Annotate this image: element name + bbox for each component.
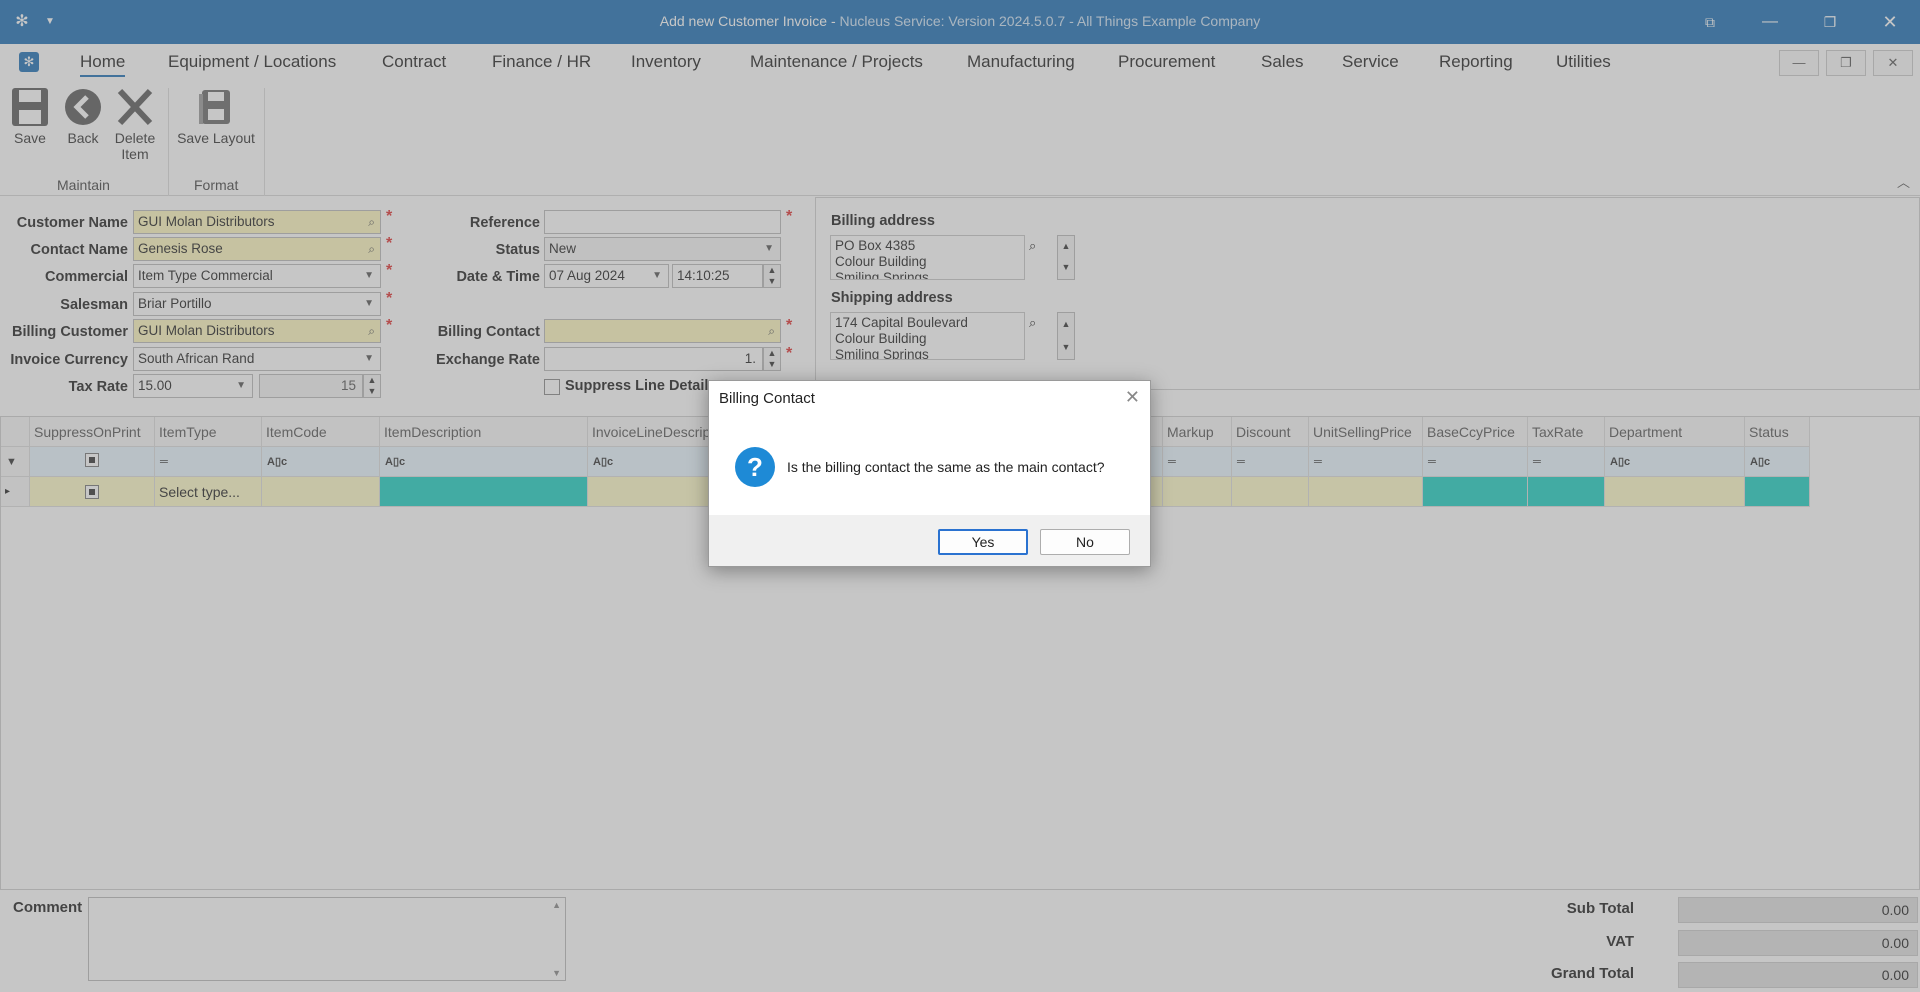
question-icon: ?: [735, 447, 775, 487]
billing-contact-dialog: Billing Contact ✕ ? Is the billing conta…: [708, 380, 1151, 567]
dialog-title: Billing Contact: [719, 390, 815, 407]
yes-button[interactable]: Yes: [938, 529, 1028, 555]
dialog-message: Is the billing contact the same as the m…: [787, 459, 1105, 475]
close-icon[interactable]: ✕: [1125, 387, 1140, 408]
no-button[interactable]: No: [1040, 529, 1130, 555]
